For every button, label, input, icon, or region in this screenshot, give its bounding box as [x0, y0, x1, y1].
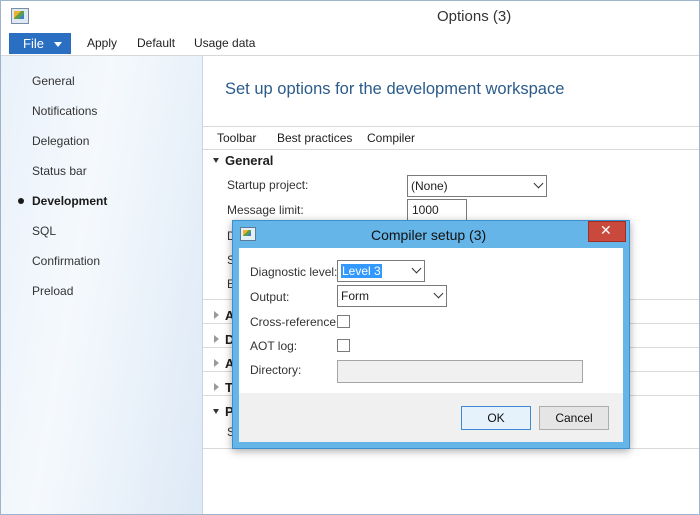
- dialog-title-bar[interactable]: Compiler setup (3) ✕: [233, 221, 629, 247]
- output-label: Output:: [250, 290, 290, 304]
- app-icon: [11, 8, 29, 24]
- dialog-footer: OK Cancel: [239, 393, 623, 442]
- startup-project-label: Startup project:: [227, 178, 309, 192]
- output-value: Form: [341, 289, 369, 303]
- cross-reference-checkbox[interactable]: [337, 315, 350, 328]
- title-bar: Options (3): [1, 1, 699, 31]
- tab-toolbar[interactable]: Toolbar: [217, 131, 256, 145]
- chevron-down-icon: [433, 288, 444, 299]
- expand-triangle-icon: [214, 383, 219, 391]
- message-limit-value: 1000: [412, 203, 439, 217]
- collapse-triangle-icon: [213, 158, 219, 163]
- cancel-button[interactable]: Cancel: [539, 406, 609, 430]
- chevron-down-icon: [54, 42, 62, 47]
- sidebar-item-general[interactable]: General: [32, 74, 75, 88]
- directory-field[interactable]: [337, 360, 583, 383]
- dialog-app-icon: [240, 227, 256, 241]
- expand-triangle-icon: [214, 359, 219, 367]
- message-limit-label: Message limit:: [227, 203, 304, 217]
- window-title: Options (3): [437, 8, 512, 25]
- sidebar-item-preload[interactable]: Preload: [32, 284, 73, 298]
- expand-triangle-icon: [214, 311, 219, 319]
- output-select[interactable]: Form: [337, 285, 447, 307]
- cross-reference-label: Cross-reference:: [250, 315, 340, 329]
- close-icon: ✕: [600, 222, 612, 238]
- diagnostic-level-value: Level 3: [341, 264, 382, 278]
- collapse-triangle-icon: [213, 409, 219, 414]
- directory-label: Directory:: [250, 363, 302, 377]
- startup-project-value: (None): [411, 179, 448, 193]
- menu-bar: File Apply Default Usage data: [1, 31, 699, 56]
- tab-strip: Toolbar Best practices Compiler: [203, 126, 699, 150]
- dialog-body: Diagnostic level: Level 3 Output: Form C…: [239, 248, 623, 442]
- dialog-title: Compiler setup (3): [371, 227, 487, 243]
- section-general-title: General: [225, 153, 274, 168]
- message-limit-input[interactable]: 1000: [407, 199, 467, 221]
- close-button[interactable]: ✕: [588, 221, 626, 242]
- compiler-setup-dialog: Compiler setup (3) ✕ Diagnostic level: L…: [232, 220, 630, 449]
- chevron-down-icon: [533, 178, 544, 189]
- ok-button[interactable]: OK: [461, 406, 531, 430]
- tab-compiler[interactable]: Compiler: [367, 131, 415, 145]
- default-menu-item[interactable]: Default: [137, 36, 175, 50]
- expand-triangle-icon: [214, 335, 219, 343]
- active-bullet-icon: [18, 198, 24, 204]
- sidebar-item-status-bar[interactable]: Status bar: [32, 164, 87, 178]
- apply-menu-item[interactable]: Apply: [87, 36, 117, 50]
- sidebar-item-development[interactable]: Development: [32, 194, 107, 208]
- startup-project-select[interactable]: (None): [407, 175, 547, 197]
- dialog-form: Diagnostic level: Level 3 Output: Form C…: [239, 248, 623, 393]
- tab-best-practices[interactable]: Best practices: [277, 131, 352, 145]
- file-menu-label: File: [23, 36, 44, 51]
- sidebar-item-notifications[interactable]: Notifications: [32, 104, 97, 118]
- file-menu-button[interactable]: File: [9, 33, 71, 54]
- sidebar-item-sql[interactable]: SQL: [32, 224, 56, 238]
- options-window: Options (3) File Apply Default Usage dat…: [0, 0, 700, 515]
- diagnostic-level-label: Diagnostic level:: [250, 265, 338, 279]
- diagnostic-level-select[interactable]: Level 3: [337, 260, 425, 282]
- sidebar-item-delegation[interactable]: Delegation: [32, 134, 89, 148]
- chevron-down-icon: [411, 263, 422, 274]
- aot-log-checkbox[interactable]: [337, 339, 350, 352]
- page-title: Set up options for the development works…: [225, 80, 565, 98]
- usage-data-menu-item[interactable]: Usage data: [194, 36, 255, 50]
- aot-log-label: AOT log:: [250, 339, 298, 353]
- sidebar: General Notifications Delegation Status …: [1, 56, 203, 514]
- sidebar-item-confirmation[interactable]: Confirmation: [32, 254, 100, 268]
